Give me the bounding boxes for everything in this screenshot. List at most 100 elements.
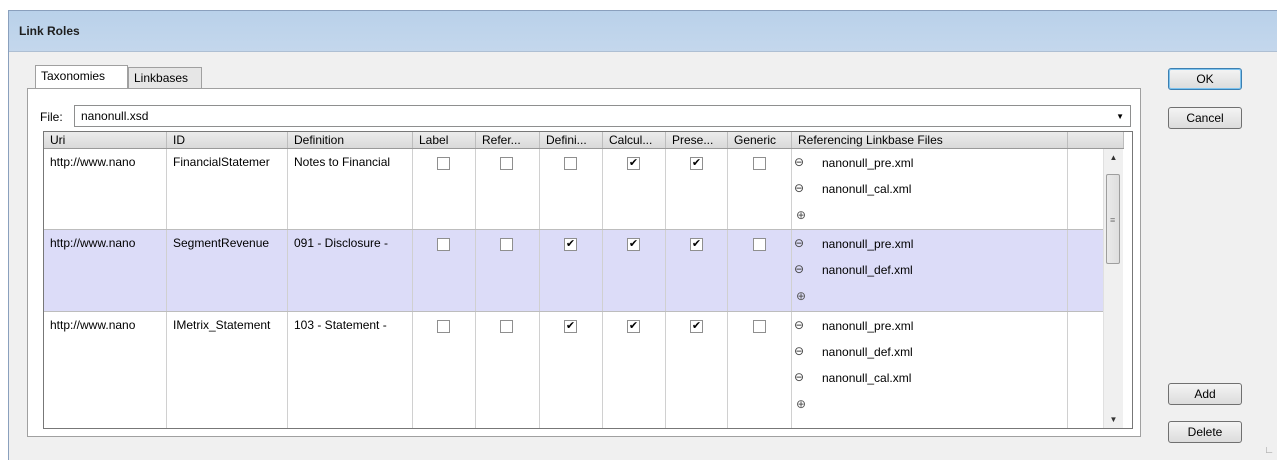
cell-label: [413, 149, 476, 229]
generic-checkbox[interactable]: [753, 238, 766, 251]
minus-circle-icon[interactable]: ⊖: [794, 181, 804, 195]
link-roles-grid: Uri ID Definition Label Refer... Defini.…: [43, 131, 1133, 429]
file-label: File:: [40, 110, 63, 124]
label-checkbox[interactable]: [437, 157, 450, 170]
linkbase-file-name: nanonull_pre.xml: [822, 156, 914, 170]
window-title: Link Roles: [19, 24, 80, 38]
tab-taxonomies-label: Taxonomies: [41, 69, 106, 83]
reference-checkbox[interactable]: [500, 238, 513, 251]
delete-button[interactable]: Delete: [1168, 421, 1242, 443]
add-button[interactable]: Add: [1168, 383, 1242, 405]
calculation-checkbox[interactable]: ✔: [627, 320, 640, 333]
cell-uri: http://www.nano: [44, 312, 167, 428]
definition-checkbox[interactable]: ✔: [564, 320, 577, 333]
scroll-up-arrow-icon[interactable]: ▲: [1104, 149, 1123, 166]
minus-circle-icon[interactable]: ⊖: [794, 344, 804, 358]
cell-reference: [476, 149, 540, 229]
minus-circle-icon[interactable]: ⊖: [794, 262, 804, 276]
calculation-checkbox[interactable]: ✔: [627, 238, 640, 251]
definition-checkbox[interactable]: [564, 157, 577, 170]
reference-checkbox[interactable]: [500, 157, 513, 170]
tab-linkbases-label: Linkbases: [134, 71, 189, 85]
linkbase-file-name: nanonull_cal.xml: [822, 182, 912, 196]
column-header-uri[interactable]: Uri: [44, 132, 167, 148]
cell-generic: [728, 149, 792, 229]
title-bar[interactable]: Link Roles: [9, 11, 1277, 52]
presentation-checkbox[interactable]: ✔: [690, 238, 703, 251]
scroll-down-arrow-icon[interactable]: ▼: [1104, 411, 1123, 428]
cell-referencing-files: ⊖ nanonull_pre.xml ⊖ nanonull_def.xml ⊕: [792, 230, 1068, 311]
resize-grip-icon[interactable]: ∟: [1264, 445, 1274, 456]
plus-circle-icon[interactable]: ⊕: [796, 397, 806, 411]
cell-id: SegmentRevenue: [167, 230, 288, 311]
cell-generic: [728, 230, 792, 311]
reference-checkbox[interactable]: [500, 320, 513, 333]
presentation-checkbox[interactable]: ✔: [690, 320, 703, 333]
definition-checkbox[interactable]: ✔: [564, 238, 577, 251]
linkbase-file-name: nanonull_pre.xml: [822, 237, 914, 251]
column-header-calculation[interactable]: Calcul...: [603, 132, 666, 148]
cell-definition-link: [540, 149, 603, 229]
ok-button[interactable]: OK: [1168, 68, 1242, 90]
column-header-definition[interactable]: Definition: [288, 132, 413, 148]
cell-presentation: ✔: [666, 312, 728, 428]
cell-reference: [476, 230, 540, 311]
cell-presentation: ✔: [666, 230, 728, 311]
column-header-label[interactable]: Label: [413, 132, 476, 148]
label-checkbox[interactable]: [437, 238, 450, 251]
cell-id: IMetrix_Statement: [167, 312, 288, 428]
column-header-reference[interactable]: Refer...: [476, 132, 540, 148]
column-header-presentation[interactable]: Prese...: [666, 132, 728, 148]
plus-circle-icon[interactable]: ⊕: [796, 289, 806, 303]
linkbase-file-name: nanonull_def.xml: [822, 263, 913, 277]
linkbase-file-name: nanonull_cal.xml: [822, 371, 912, 385]
calculation-checkbox[interactable]: ✔: [627, 157, 640, 170]
column-header-definition-link[interactable]: Defini...: [540, 132, 603, 148]
column-header-generic[interactable]: Generic: [728, 132, 792, 148]
scrollbar-thumb[interactable]: ≡: [1106, 174, 1120, 264]
column-header-referencing-files[interactable]: Referencing Linkbase Files: [792, 132, 1068, 148]
cell-referencing-files: ⊖ nanonull_pre.xml ⊖ nanonull_def.xml ⊖ …: [792, 312, 1068, 428]
minus-circle-icon[interactable]: ⊖: [794, 155, 804, 169]
cell-definition: Notes to Financial: [288, 149, 413, 229]
linkbase-file-name: nanonull_def.xml: [822, 345, 913, 359]
cell-definition-link: ✔: [540, 312, 603, 428]
tab-taxonomies[interactable]: Taxonomies: [35, 65, 128, 88]
minus-circle-icon[interactable]: ⊖: [794, 236, 804, 250]
cancel-button[interactable]: Cancel: [1168, 107, 1242, 129]
cell-generic: [728, 312, 792, 428]
cell-uri: http://www.nano: [44, 230, 167, 311]
plus-circle-icon[interactable]: ⊕: [796, 208, 806, 222]
generic-checkbox[interactable]: [753, 320, 766, 333]
cell-definition-link: ✔: [540, 230, 603, 311]
table-row[interactable]: http://www.nano FinancialStatemer Notes …: [44, 149, 1103, 230]
cell-reference: [476, 312, 540, 428]
cell-label: [413, 230, 476, 311]
column-header-id[interactable]: ID: [167, 132, 288, 148]
cell-presentation: ✔: [666, 149, 728, 229]
presentation-checkbox[interactable]: ✔: [690, 157, 703, 170]
generic-checkbox[interactable]: [753, 157, 766, 170]
vertical-scrollbar[interactable]: ▲ ≡ ▼: [1103, 149, 1123, 428]
cell-referencing-files: ⊖ nanonull_pre.xml ⊖ nanonull_cal.xml ⊕: [792, 149, 1068, 229]
cell-definition: 103 - Statement -: [288, 312, 413, 428]
grid-header: Uri ID Definition Label Refer... Defini.…: [44, 132, 1124, 149]
table-row[interactable]: http://www.nano SegmentRevenue 091 - Dis…: [44, 230, 1103, 312]
cell-calculation: ✔: [603, 230, 666, 311]
label-checkbox[interactable]: [437, 320, 450, 333]
cell-definition: 091 - Disclosure -: [288, 230, 413, 311]
file-dropdown-value: nanonull.xsd: [81, 109, 149, 123]
taxonomies-panel: File: nanonull.xsd ▼ Uri ID Definition L…: [27, 88, 1141, 437]
cell-calculation: ✔: [603, 149, 666, 229]
tab-linkbases[interactable]: Linkbases: [128, 67, 202, 88]
cell-uri: http://www.nano: [44, 149, 167, 229]
table-row[interactable]: http://www.nano IMetrix_Statement 103 - …: [44, 312, 1103, 428]
cell-calculation: ✔: [603, 312, 666, 428]
column-header-filler: [1068, 132, 1124, 148]
cell-id: FinancialStatemer: [167, 149, 288, 229]
grip-icon: ≡: [1110, 215, 1116, 225]
minus-circle-icon[interactable]: ⊖: [794, 318, 804, 332]
minus-circle-icon[interactable]: ⊖: [794, 370, 804, 384]
file-dropdown[interactable]: nanonull.xsd ▼: [74, 105, 1131, 127]
cell-label: [413, 312, 476, 428]
